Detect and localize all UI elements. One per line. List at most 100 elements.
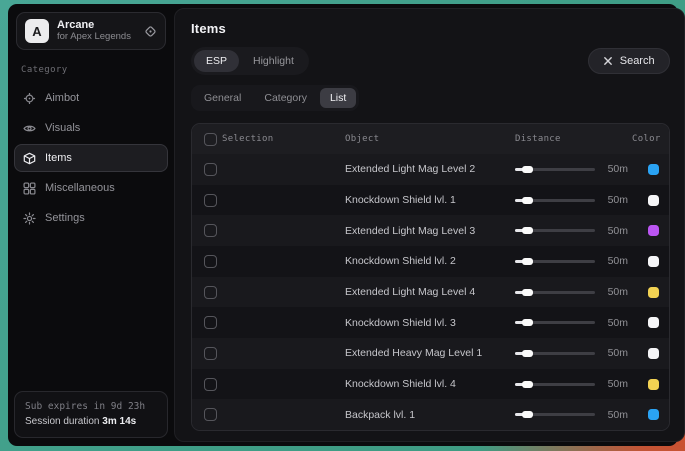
table-row: Extended Light Mag Level 450m xyxy=(192,277,669,308)
grid-icon xyxy=(23,182,36,195)
distance-slider[interactable] xyxy=(515,413,595,416)
distance-slider-thumb[interactable] xyxy=(522,350,533,357)
sidebar-item-settings[interactable]: Settings xyxy=(14,204,168,232)
mode-tab-esp[interactable]: ESP xyxy=(194,50,239,72)
sidebar-item-label: Visuals xyxy=(45,122,80,134)
session-info-card: Sub expires in 9d 23h Session duration 3… xyxy=(14,391,168,438)
distance-value: 50m xyxy=(608,378,632,390)
distance-slider-thumb[interactable] xyxy=(522,411,533,418)
color-swatch[interactable] xyxy=(648,379,659,390)
distance-value: 50m xyxy=(608,194,632,206)
sub-expires-text: Sub expires in 9d 23h xyxy=(25,400,157,414)
sidebar-item-visuals[interactable]: Visuals xyxy=(14,114,168,142)
toolbar: ESPHighlight Search xyxy=(191,47,670,75)
sidebar-item-label: Aimbot xyxy=(45,92,79,104)
search-x-icon xyxy=(603,56,613,66)
table-row: Extended Heavy Mag Level 1 50m xyxy=(192,338,669,369)
sidebar-item-label: Settings xyxy=(45,212,85,224)
distance-slider[interactable] xyxy=(515,168,595,171)
distance-slider[interactable] xyxy=(515,383,595,386)
color-swatch[interactable] xyxy=(648,317,659,328)
table-row: Knockdown Shield lvl. 150m xyxy=(192,185,669,216)
table-row: Knockdown Shield lvl. 2 50m xyxy=(192,246,669,277)
package-icon xyxy=(23,152,36,165)
game-background: A Arcane for Apex Legends Category Aimbo… xyxy=(0,0,685,451)
row-checkbox[interactable] xyxy=(204,194,217,207)
sidebar-item-label: Miscellaneous xyxy=(45,182,115,194)
distance-value: 50m xyxy=(608,225,632,237)
row-checkbox[interactable] xyxy=(204,286,217,299)
distance-value: 50m xyxy=(608,317,632,329)
distance-slider-thumb[interactable] xyxy=(522,319,533,326)
object-name: Extended Heavy Mag Level 1 xyxy=(345,347,515,359)
session-duration-text: Session duration 3m 14s xyxy=(25,414,157,429)
sidebar: A Arcane for Apex Legends Category Aimbo… xyxy=(8,4,174,446)
color-swatch[interactable] xyxy=(648,348,659,359)
sidebar-item-items[interactable]: Items xyxy=(14,144,168,172)
object-name: Backpack lvl. 1 xyxy=(345,409,515,421)
select-all-checkbox[interactable] xyxy=(204,133,217,146)
mode-tabs: ESPHighlight xyxy=(191,47,309,75)
distance-slider[interactable] xyxy=(515,321,595,324)
table-row: Knockdown Shield lvl. 4 50m xyxy=(192,369,669,400)
distance-slider-thumb[interactable] xyxy=(522,258,533,265)
app-subtitle: for Apex Legends xyxy=(57,32,136,43)
column-header-selection: Selection xyxy=(222,134,345,144)
row-checkbox[interactable] xyxy=(204,408,217,421)
sidebar-item-miscellaneous[interactable]: Miscellaneous xyxy=(14,174,168,202)
search-button-label: Search xyxy=(620,55,655,67)
object-name: Knockdown Shield lvl. 3 xyxy=(345,317,515,329)
color-swatch[interactable] xyxy=(648,164,659,175)
app-logo: A xyxy=(25,19,49,43)
column-header-color: Color xyxy=(632,134,669,144)
items-table: Selection Object Distance Color Extended… xyxy=(191,123,670,431)
distance-slider[interactable] xyxy=(515,291,595,294)
row-checkbox[interactable] xyxy=(204,347,217,360)
view-tab-list[interactable]: List xyxy=(320,88,356,108)
gear-icon xyxy=(23,212,36,225)
color-swatch[interactable] xyxy=(648,256,659,267)
category-section-label: Category xyxy=(21,65,174,75)
items-panel: Items ESPHighlight Search GeneralCategor… xyxy=(174,8,685,442)
color-swatch[interactable] xyxy=(648,409,659,420)
distance-slider-thumb[interactable] xyxy=(522,289,533,296)
color-swatch[interactable] xyxy=(648,287,659,298)
view-tab-category[interactable]: Category xyxy=(254,88,317,108)
row-checkbox[interactable] xyxy=(204,316,217,329)
distance-slider[interactable] xyxy=(515,199,595,202)
table-row: Knockdown Shield lvl. 3 50m xyxy=(192,307,669,338)
distance-slider-thumb[interactable] xyxy=(522,197,533,204)
column-header-distance: Distance xyxy=(515,134,632,144)
distance-slider[interactable] xyxy=(515,352,595,355)
eye-icon xyxy=(23,122,36,135)
object-name: Knockdown Shield lvl. 2 xyxy=(345,255,515,267)
distance-value: 50m xyxy=(608,347,632,359)
row-checkbox[interactable] xyxy=(204,224,217,237)
app-window: A Arcane for Apex Legends Category Aimbo… xyxy=(8,4,678,446)
color-swatch[interactable] xyxy=(648,195,659,206)
brand-card: A Arcane for Apex Legends xyxy=(16,12,166,50)
crosshair-icon xyxy=(23,92,36,105)
view-tab-general[interactable]: General xyxy=(194,88,251,108)
distance-value: 50m xyxy=(608,255,632,267)
distance-value: 50m xyxy=(608,286,632,298)
sidebar-item-aimbot[interactable]: Aimbot xyxy=(14,84,168,112)
color-swatch[interactable] xyxy=(648,225,659,236)
search-button[interactable]: Search xyxy=(588,48,670,74)
row-checkbox[interactable] xyxy=(204,378,217,391)
distance-slider-thumb[interactable] xyxy=(522,381,533,388)
object-name: Extended Light Mag Level 3 xyxy=(345,225,515,237)
object-name: Knockdown Shield lvl. 4 xyxy=(345,378,515,390)
sidebar-item-label: Items xyxy=(45,152,72,164)
page-title: Items xyxy=(191,21,670,36)
row-checkbox[interactable] xyxy=(204,163,217,176)
distance-slider-thumb[interactable] xyxy=(522,227,533,234)
distance-slider-thumb[interactable] xyxy=(522,166,533,173)
table-row: Extended Light Mag Level 3 50m xyxy=(192,215,669,246)
distance-slider[interactable] xyxy=(515,229,595,232)
row-checkbox[interactable] xyxy=(204,255,217,268)
distance-slider[interactable] xyxy=(515,260,595,263)
diamond-icon[interactable] xyxy=(144,25,157,38)
mode-tab-highlight[interactable]: Highlight xyxy=(241,50,306,72)
table-header-row: Selection Object Distance Color xyxy=(192,124,669,154)
